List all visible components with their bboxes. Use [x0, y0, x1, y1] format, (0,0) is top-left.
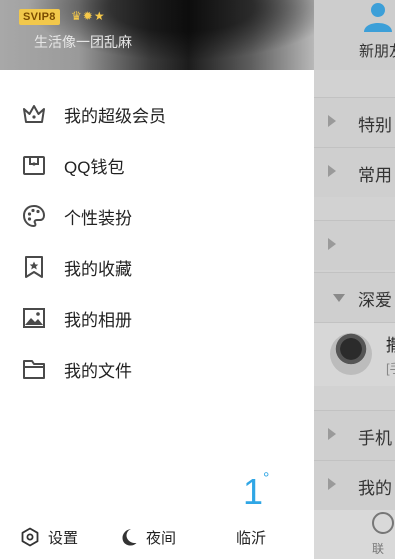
contact-status: [手 — [386, 361, 395, 376]
add-friend-icon[interactable] — [358, 2, 394, 32]
folder-icon — [23, 360, 45, 379]
svip-badge[interactable]: SVIP8 — [19, 9, 60, 25]
weather-city[interactable]: 临沂 — [236, 527, 266, 548]
level-icons[interactable]: ♛ ✹ ★ — [71, 8, 105, 24]
caret-down-icon — [333, 294, 345, 302]
night-mode-button[interactable]: 夜间 — [118, 525, 176, 549]
moon-icon — [122, 529, 137, 546]
group-row[interactable]: 手机 — [314, 410, 395, 460]
caret-right-icon — [328, 478, 336, 490]
menu-item-label: 我的收藏 — [64, 260, 132, 279]
drawer-menu: 我的超级会员 QQ钱包 个性装扮 我的收藏 我的相册 我的文件 — [0, 88, 314, 394]
new-friends-label[interactable]: 新朋友 — [359, 40, 395, 61]
menu-item-label: 我的相册 — [64, 311, 132, 330]
group-row[interactable]: 我的 — [314, 460, 395, 510]
group-row[interactable] — [314, 220, 395, 270]
caret-right-icon — [328, 238, 336, 250]
settings-button[interactable]: 设置 — [20, 525, 78, 549]
group-row[interactable]: 深爱 — [314, 272, 395, 322]
menu-item-super-member[interactable]: 我的超级会员 — [0, 88, 314, 139]
group-row[interactable]: 常用 — [314, 147, 395, 197]
menu-item-label: 我的文件 — [64, 362, 132, 381]
palette-icon — [23, 205, 45, 227]
contacts-tab-label[interactable]: 联系 — [372, 540, 395, 559]
side-drawer: SVIP8 ♛ ✹ ★ 生活像一团乱麻 我的超级会员 QQ钱包 个性装扮 我的收… — [0, 0, 314, 559]
weather-temperature[interactable]: 1 — [243, 472, 263, 512]
menu-item-album[interactable]: 我的相册 — [0, 292, 314, 343]
drawer-footer: 设置 夜间 临沂 — [0, 515, 314, 559]
group-label: 我的 — [358, 479, 392, 498]
night-label: 夜间 — [146, 529, 177, 547]
profile-cover[interactable]: SVIP8 ♛ ✹ ★ 生活像一团乱麻 — [0, 0, 314, 70]
settings-hexagon-icon — [21, 527, 39, 547]
crown-icon: ♛ — [71, 9, 82, 23]
sun-icon: ✹ — [82, 9, 93, 23]
menu-item-label: 我的超级会员 — [64, 107, 166, 126]
contacts-tab-icon[interactable] — [372, 512, 394, 534]
settings-label: 设置 — [48, 529, 79, 547]
wallet-icon — [23, 156, 45, 175]
group-label: 常用 — [358, 166, 392, 185]
photo-icon — [23, 308, 45, 328]
bookmark-star-icon — [25, 256, 43, 278]
group-label: 特别 — [358, 116, 392, 135]
profile-signature[interactable]: 生活像一团乱麻 — [34, 32, 132, 52]
menu-item-favorites[interactable]: 我的收藏 — [0, 241, 314, 292]
menu-item-qq-wallet[interactable]: QQ钱包 — [0, 139, 314, 190]
star-icon: ★ — [93, 9, 105, 23]
crown-icon — [23, 105, 45, 123]
menu-item-label: QQ钱包 — [64, 158, 125, 177]
group-label: 深爱 — [358, 291, 392, 310]
caret-right-icon — [328, 165, 336, 177]
menu-item-files[interactable]: 我的文件 — [0, 343, 314, 394]
contact-row[interactable]: 撒 [手 — [314, 322, 395, 386]
contact-name: 撒 — [386, 336, 395, 355]
caret-right-icon — [328, 428, 336, 440]
menu-item-personalize[interactable]: 个性装扮 — [0, 190, 314, 241]
caret-right-icon — [328, 115, 336, 127]
avatar — [330, 333, 372, 375]
menu-item-label: 个性装扮 — [64, 209, 132, 228]
group-row[interactable]: 特别 — [314, 97, 395, 147]
weather-degree-symbol: ° — [263, 470, 270, 487]
group-label: 手机 — [358, 429, 392, 448]
